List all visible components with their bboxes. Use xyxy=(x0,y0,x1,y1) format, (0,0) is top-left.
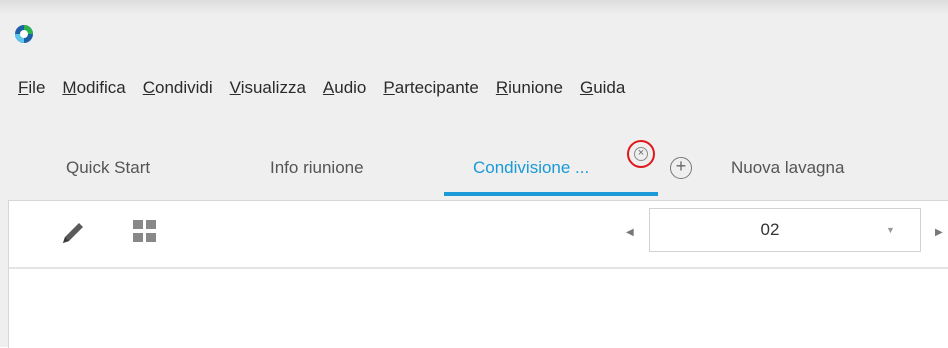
share-content-area: ◀ 02 ▼ ▶ xyxy=(8,200,948,348)
menu-bar: File Modifica Condividi Visualizza Audio… xyxy=(18,78,642,100)
page-select-dropdown[interactable]: 02 ▼ xyxy=(649,208,921,252)
meeting-window: File Modifica Condividi Visualizza Audio… xyxy=(0,0,948,348)
page-number-value: 02 xyxy=(760,220,780,239)
menu-partecipante[interactable]: Partecipante xyxy=(383,78,478,100)
tab-quick-start[interactable]: Quick Start xyxy=(66,158,150,178)
pen-icon[interactable] xyxy=(59,219,87,247)
close-tab-button[interactable]: × xyxy=(627,140,655,168)
menu-audio[interactable]: Audio xyxy=(323,78,366,100)
previous-page-button[interactable]: ◀ xyxy=(626,227,634,238)
tab-condivisione[interactable]: Condivisione ... xyxy=(473,158,589,178)
chevron-down-icon: ▼ xyxy=(886,225,895,235)
menu-riunione[interactable]: Riunione xyxy=(496,78,563,100)
thumbnails-grid-icon[interactable] xyxy=(132,219,158,245)
close-icon: × xyxy=(634,147,648,161)
tab-nuova-lavagna[interactable]: Nuova lavagna xyxy=(731,158,844,178)
menu-guida[interactable]: Guida xyxy=(580,78,625,100)
active-tab-indicator xyxy=(444,192,658,196)
next-page-button[interactable]: ▶ xyxy=(935,227,943,238)
menu-file[interactable]: File xyxy=(18,78,45,100)
add-tab-button[interactable]: + xyxy=(670,157,692,179)
title-bar xyxy=(0,0,948,14)
tab-info-riunione[interactable]: Info riunione xyxy=(270,158,364,178)
annotation-toolbar: ◀ 02 ▼ ▶ xyxy=(9,201,948,269)
menu-modifica[interactable]: Modifica xyxy=(62,78,125,100)
webex-logo-icon xyxy=(15,25,33,43)
menu-condividi[interactable]: Condividi xyxy=(143,78,213,100)
tab-bar: Quick Start Info riunione Condivisione .… xyxy=(0,148,948,200)
whiteboard-canvas[interactable] xyxy=(9,269,948,348)
menu-visualizza[interactable]: Visualizza xyxy=(230,78,306,100)
